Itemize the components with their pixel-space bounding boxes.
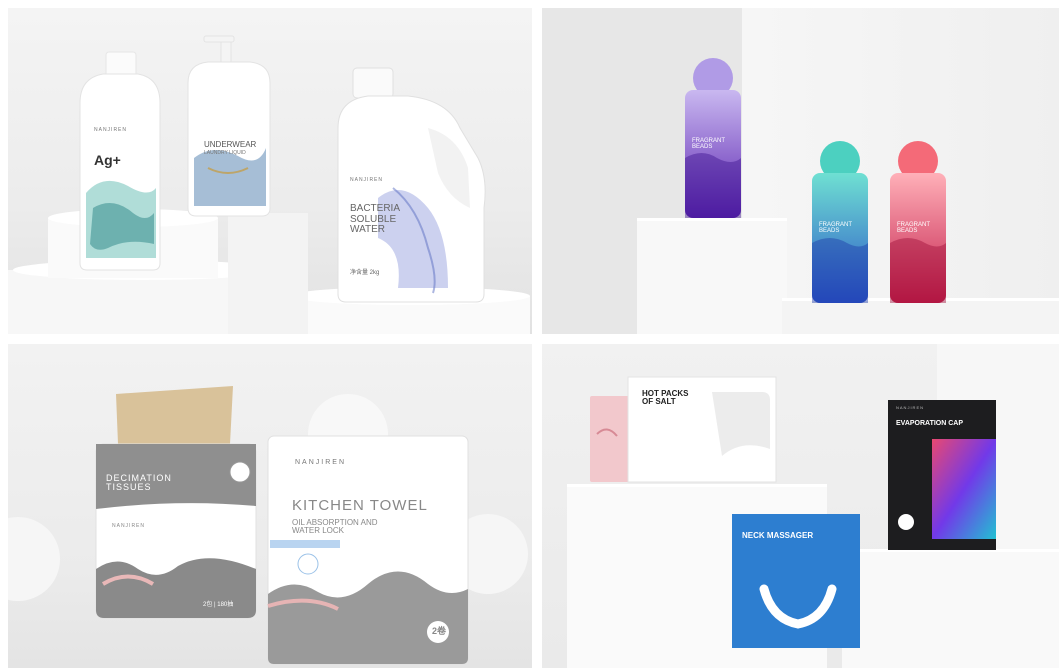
brand-text: NANJIREN <box>112 523 146 529</box>
net-content: 净含量 2kg <box>350 270 380 276</box>
bottle-subtitle: LAUNDRY LIQUID <box>204 150 246 156</box>
bottle-title: BACTERIA SOLUBLE WATER <box>350 203 401 235</box>
brand-text: NANJIREN <box>94 127 128 133</box>
bottle-title: Ag+ <box>94 152 121 168</box>
salt-title: HOT PACKS OF SALT <box>642 389 689 407</box>
boxes-scene <box>567 344 1059 668</box>
brand-text: NANJIREN <box>896 405 925 410</box>
panel-fragrance-beads: FRAGRANT BEADS FRAGRANT BEADS FRAGRANT B… <box>542 8 1059 334</box>
towel-title: KITCHEN TOWEL <box>292 497 428 514</box>
tissue-title: DECIMATION TISSUES <box>106 473 172 493</box>
laundry-scene <box>8 35 530 334</box>
tissue-count: 2包 | 180抽 <box>203 602 234 608</box>
bottle-title: FRAGRANT BEADS <box>819 222 852 235</box>
beads-scene <box>542 8 1059 334</box>
towel-subtitle: OIL ABSORPTION AND WATER LOCK <box>292 518 378 536</box>
bottle-title: FRAGRANT BEADS <box>897 222 930 235</box>
tissues-scene <box>8 386 528 665</box>
panel-boxed-products: HOT PACKS OF SALT NECK MASSAGER NANJIREN… <box>542 344 1059 668</box>
bottle-title: UNDERWEAR <box>204 140 257 149</box>
panel-laundry-bottles: NANJIREN Ag+ UNDERWEAR LAUNDRY LIQUID NA… <box>8 8 532 334</box>
bottle-title: FRAGRANT BEADS <box>692 138 725 151</box>
cap-title: EVAPORATION CAP <box>896 420 964 427</box>
towel-badge: 2卷 <box>432 626 447 636</box>
massager-title: NECK MASSAGER <box>742 531 814 540</box>
brand-text: NANJIREN <box>350 177 384 183</box>
brand-text: NANJIREN <box>295 459 347 466</box>
panel-tissues: DECIMATION TISSUES NANJIREN 2包 | 180抽 NA… <box>8 344 532 668</box>
